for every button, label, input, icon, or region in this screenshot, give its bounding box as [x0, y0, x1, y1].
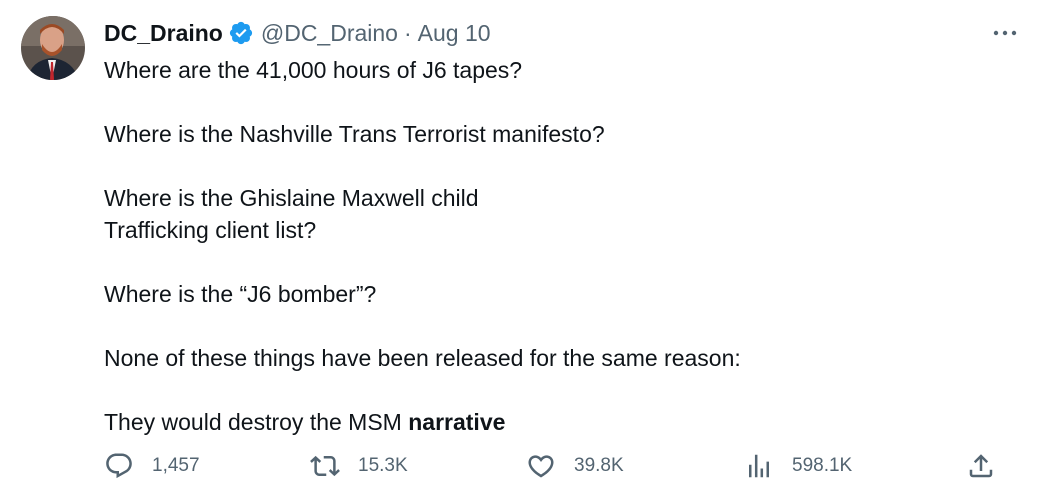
tweet-line: Where is the “J6 bomber”?: [104, 281, 377, 307]
like-count: 39.8K: [574, 455, 624, 476]
retweet-count: 15.3K: [358, 455, 408, 476]
bold-text: narrative: [408, 409, 506, 435]
tweet-line: Where are the 41,000 hours of J6 tapes?: [104, 57, 523, 83]
avatar[interactable]: [21, 16, 85, 80]
tweet-date[interactable]: Aug 10: [418, 20, 491, 47]
tweet-line: None of these things have been released …: [104, 345, 741, 371]
more-icon[interactable]: [990, 20, 1020, 46]
separator-dot: ·: [403, 19, 412, 46]
line-break: [104, 374, 984, 406]
tweet-line: Where is the Nashville Trans Terrorist m…: [104, 121, 605, 147]
reply-button[interactable]: 1,457: [104, 448, 200, 484]
tweet: DC_Draino @DC_Draino · Aug 10 Where are …: [0, 0, 1042, 492]
tweet-line: Trafficking client list?: [104, 217, 317, 243]
views-icon: [744, 451, 774, 481]
reply-count: 1,457: [152, 455, 200, 476]
line-break: [104, 86, 984, 118]
views-button[interactable]: 598.1K: [744, 448, 852, 484]
views-count: 598.1K: [792, 455, 853, 476]
tweet-line: They would destroy the MSM narrative: [104, 406, 984, 438]
avatar-image: [21, 16, 85, 80]
verified-badge-icon[interactable]: [228, 20, 254, 46]
like-button[interactable]: 39.8K: [526, 448, 624, 484]
share-button[interactable]: [966, 448, 996, 484]
tweet-header: DC_Draino @DC_Draino · Aug 10: [104, 16, 491, 50]
tweet-body: Where are the 41,000 hours of J6 tapes? …: [104, 54, 984, 438]
retweet-button[interactable]: 15.3K: [310, 448, 408, 484]
display-name[interactable]: DC_Draino: [104, 20, 223, 47]
heart-icon: [526, 451, 556, 481]
line-break: [104, 310, 984, 342]
reply-icon: [104, 451, 134, 481]
line-break: [104, 150, 984, 182]
tweet-text: They would destroy the MSM: [104, 409, 409, 435]
action-bar: 1,457 15.3K 39.8K 598.1K: [104, 448, 1004, 484]
line-break: [104, 246, 984, 278]
share-icon: [966, 451, 996, 481]
tweet-line: Where is the Ghislaine Maxwell child: [104, 185, 479, 211]
retweet-icon: [310, 451, 340, 481]
user-handle[interactable]: @DC_Draino: [261, 20, 398, 47]
